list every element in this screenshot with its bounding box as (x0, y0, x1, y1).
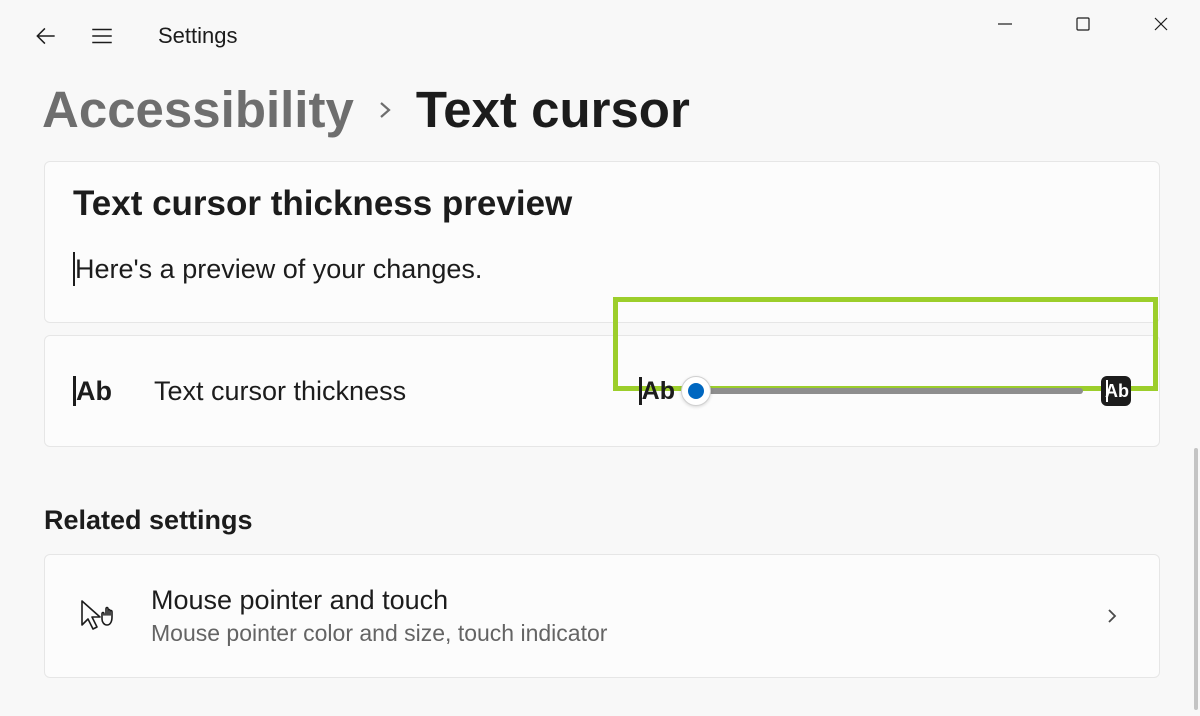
scrollbar[interactable] (1194, 448, 1198, 710)
chevron-right-icon (376, 95, 394, 125)
related-item-title: Mouse pointer and touch (151, 585, 1105, 616)
thickness-preview-card: Text cursor thickness preview Here's a p… (44, 161, 1160, 323)
minimize-button[interactable] (966, 0, 1044, 52)
slider-thumb[interactable] (681, 376, 711, 406)
minimize-icon (996, 15, 1014, 33)
menu-button[interactable] (74, 8, 130, 64)
back-button[interactable] (18, 8, 74, 64)
breadcrumb-parent[interactable]: Accessibility (42, 80, 354, 139)
thickness-slider[interactable] (693, 388, 1083, 394)
close-button[interactable] (1122, 0, 1200, 52)
arrow-left-icon (33, 23, 59, 49)
close-icon (1152, 15, 1170, 33)
mouse-pointer-icon (73, 597, 121, 635)
thickness-slider-area: Ab Ab (633, 344, 1137, 438)
maximize-icon (1075, 16, 1091, 32)
window-controls (966, 0, 1200, 52)
app-title: Settings (158, 23, 238, 49)
cursor-thin-icon: Ab (73, 376, 112, 407)
preview-heading: Text cursor thickness preview (73, 184, 1131, 224)
titlebar: Settings (0, 0, 1200, 72)
preview-sample: Here's a preview of your changes. (73, 252, 1131, 286)
thickness-label: Text cursor thickness (154, 376, 633, 407)
thickness-slider-card: Ab Text cursor thickness Ab Ab (44, 335, 1160, 447)
hamburger-icon (89, 23, 115, 49)
related-item-subtitle: Mouse pointer color and size, touch indi… (151, 620, 1105, 647)
slider-thick-icon: Ab (1101, 376, 1131, 406)
breadcrumb-current: Text cursor (416, 80, 690, 139)
breadcrumb: Accessibility Text cursor (0, 80, 1200, 139)
preview-sample-text: Here's a preview of your changes. (75, 254, 482, 285)
slider-thin-icon: Ab (639, 377, 675, 406)
maximize-button[interactable] (1044, 0, 1122, 52)
related-settings-heading: Related settings (44, 505, 1160, 536)
chevron-right-icon (1105, 604, 1119, 628)
related-mouse-pointer[interactable]: Mouse pointer and touch Mouse pointer co… (44, 554, 1160, 678)
